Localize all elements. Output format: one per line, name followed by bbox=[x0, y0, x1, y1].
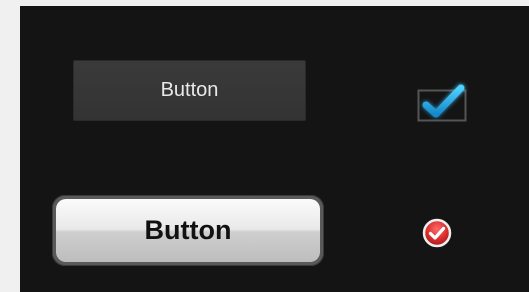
page: Button Button bbox=[0, 0, 529, 292]
checkbox-checked-icon[interactable] bbox=[417, 80, 469, 122]
glossy-button-label: Button bbox=[56, 199, 320, 262]
dark-panel: Button Button bbox=[20, 6, 529, 292]
flat-button[interactable]: Button bbox=[73, 60, 306, 121]
round-check-icon[interactable] bbox=[421, 217, 453, 249]
glossy-button[interactable]: Button bbox=[52, 195, 324, 266]
